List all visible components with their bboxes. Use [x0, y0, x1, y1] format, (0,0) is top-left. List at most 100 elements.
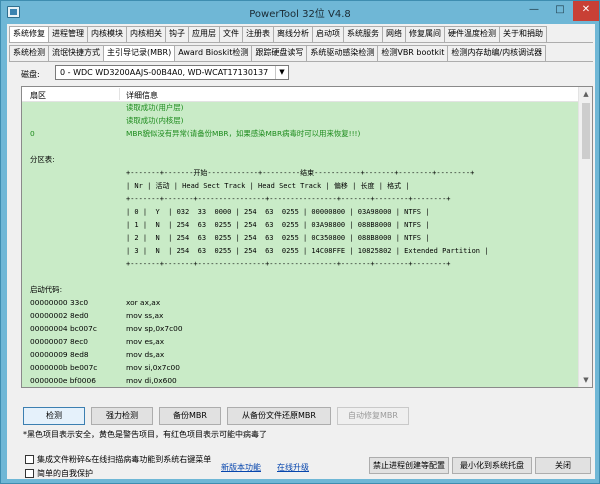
sector-cell: 0000000e bf0006 [30, 376, 96, 385]
sector-cell: 启动代码: [30, 285, 63, 294]
list-item[interactable]: | Nr | 活动 | Head Sect Track | Head Sect … [22, 180, 578, 192]
detail-cell: | 2 | N | 254 63 0255 | 254 63 0255 | 0C… [126, 234, 430, 242]
checkbox-box[interactable] [25, 469, 34, 478]
disk-dropdown[interactable]: 0 - WDC WD3200AAJS-00B4A0, WD-WCAT171301… [55, 65, 289, 80]
app-window: PowerTool 32位 V4.8 — □ ✕ 系统修复 进程管理 内核模块 … [0, 0, 600, 484]
tab-services[interactable]: 系统服务 [343, 26, 383, 42]
maximize-icon[interactable]: □ [547, 1, 573, 21]
list-item[interactable]: +-------+-------开始------------+---------… [22, 167, 578, 179]
disk-selected: 0 - WDC WD3200AAJS-00B4A0, WD-WCAT171301… [60, 68, 269, 77]
column-header-detail[interactable]: 详细信息 [126, 90, 158, 101]
detail-cell: MBR貌似没有异常(请备份MBR，如果感染MBR病毒时可以用来恢复!!!) [126, 129, 361, 138]
tab-repair-attributes[interactable]: 修复属间 [405, 26, 445, 42]
disable-process-creation-button[interactable]: 禁止进程创建等配置 [369, 457, 449, 474]
list-item[interactable]: 读取成功(内核层) [22, 115, 578, 127]
checkbox-label: 集成文件粉碎&在线扫描病毒功能到系统右键菜单 [37, 455, 212, 464]
restore-mbr-button[interactable]: 从备份文件还原MBR [227, 407, 331, 425]
sector-cell: 00000000 33c0 [30, 298, 89, 307]
detail-cell: | 0 | Y | 032 33 0000 | 254 63 0255 | 00… [126, 208, 430, 216]
tab-startup[interactable]: 启动项 [312, 26, 344, 42]
minimize-to-tray-button[interactable]: 最小化到系统托盘 [452, 457, 532, 474]
tab-mbr[interactable]: 主引导记录(MBR) [103, 45, 176, 62]
tab-kernel-modules[interactable]: 内核模块 [87, 26, 127, 42]
auto-repair-mbr-button[interactable]: 自动修复MBR [337, 407, 409, 425]
self-protect-checkbox[interactable]: 简单的自我保护 [25, 468, 93, 479]
list-item[interactable]: 0000000e bf0006 mov di,0x600 [22, 375, 578, 387]
online-update-link[interactable]: 在线升级 [277, 462, 309, 473]
tab-hooks[interactable]: 钩子 [165, 26, 189, 42]
checkbox-box[interactable] [25, 455, 34, 464]
minimize-icon[interactable]: — [521, 1, 547, 21]
sector-cell: 0 [30, 129, 35, 138]
list-item[interactable]: | 3 | N | 254 63 0255 | 254 63 0255 | 14… [22, 245, 578, 257]
detail-cell: mov ss,ax [126, 311, 164, 320]
tab-kernel-related[interactable]: 内核相关 [126, 26, 166, 42]
scroll-up-icon[interactable]: ▲ [579, 87, 592, 101]
vertical-scrollbar[interactable]: ▲ ▼ [578, 87, 592, 387]
tab-registry[interactable]: 注册表 [242, 26, 274, 42]
tab-kernel-debugger[interactable]: 检测内存劫编/内核调试器 [447, 45, 547, 61]
scroll-down-icon[interactable]: ▼ [579, 373, 592, 387]
backup-mbr-button[interactable]: 备份MBR [159, 407, 221, 425]
list-item[interactable]: | 2 | N | 254 63 0255 | 254 63 0255 | 0C… [22, 232, 578, 244]
force-detect-button[interactable]: 强力检测 [91, 407, 153, 425]
detail-cell: | 1 | N | 254 63 0255 | 254 63 0255 | 03… [126, 221, 430, 229]
tab-rogue-shortcuts[interactable]: 流氓快捷方式 [48, 45, 104, 61]
list-item[interactable]: 启动代码: [22, 284, 578, 296]
list-header: 扇区 详细信息 [22, 87, 578, 102]
list-item[interactable]: 00000007 8ec0 mov es,ax [22, 336, 578, 348]
scroll-thumb[interactable] [582, 103, 590, 159]
chevron-down-icon[interactable]: ▼ [275, 66, 288, 79]
detail-cell: mov si,0x7c00 [126, 363, 180, 372]
tab-system-repair[interactable]: 系统修复 [9, 26, 49, 43]
list-item[interactable] [22, 141, 578, 153]
tab-offline-analysis[interactable]: 离线分析 [273, 26, 313, 42]
sector-cell: 00000007 8ec0 [30, 337, 88, 346]
detail-cell: xor ax,ax [126, 298, 161, 307]
window-title: PowerTool 32位 V4.8 [249, 9, 351, 20]
list-item[interactable]: 00000000 33c0 xor ax,ax [22, 297, 578, 309]
context-menu-checkbox[interactable]: 集成文件粉碎&在线扫描病毒功能到系统右键菜单 [25, 454, 211, 465]
list-item[interactable]: +-------+-------+----------------+------… [22, 258, 578, 270]
tab-award-bioskit[interactable]: Award Bioskit检测 [174, 45, 253, 61]
list-item[interactable]: | 0 | Y | 032 33 0000 | 254 63 0255 | 00… [22, 206, 578, 218]
list-item[interactable]: 00000004 bc007c mov sp,0x7c00 [22, 323, 578, 335]
column-header-sector[interactable]: 扇区 [30, 90, 46, 101]
tab-system-check[interactable]: 系统检测 [9, 45, 49, 61]
list-item[interactable]: | 1 | N | 254 63 0255 | 254 63 0255 | 03… [22, 219, 578, 231]
tab-hardware-temp[interactable]: 硬件温度检测 [444, 26, 500, 42]
sector-cell: 00000002 8ed0 [30, 311, 89, 320]
list-body: 读取成功(用户层) 读取成功(内核层) 0 MBR貌似没有异常(请备份MBR，如果感染… [22, 102, 578, 387]
tab-about[interactable]: 关于和捐助 [499, 26, 547, 42]
sector-cell: 00000004 bc007c [30, 324, 97, 333]
checkbox-label: 简单的自我保护 [37, 469, 93, 478]
new-features-link[interactable]: 新版本功能 [221, 462, 261, 473]
close-button[interactable]: 关闭 [535, 457, 591, 474]
title-bar[interactable]: PowerTool 32位 V4.8 — □ ✕ [1, 1, 599, 23]
detect-button[interactable]: 检测 [23, 407, 85, 425]
subtab-divider [9, 61, 593, 62]
detail-cell: +-------+-------+----------------+------… [126, 260, 451, 268]
mbr-list[interactable]: 扇区 详细信息 读取成功(用户层) 读取成功(内核层) 0 MBR貌似没有异常(请备份… [21, 86, 593, 388]
list-item[interactable]: 0000000b be007c mov si,0x7c00 [22, 362, 578, 374]
tab-vbr-bootkit[interactable]: 检测VBR bootkit [377, 45, 449, 61]
tab-app-layer[interactable]: 应用层 [188, 26, 220, 42]
tab-driver-infection[interactable]: 系统驱动感染检测 [306, 45, 379, 61]
tab-process[interactable]: 进程管理 [48, 26, 88, 42]
tab-disk-trace[interactable]: 跟踪硬盘读写 [251, 45, 308, 61]
tab-network[interactable]: 网络 [382, 26, 406, 42]
tab-files[interactable]: 文件 [219, 26, 243, 42]
sub-tab-bar: 系统检测 流氓快捷方式 主引导记录(MBR) Award Bioskit检测 跟… [9, 45, 547, 62]
detail-cell: mov ds,ax [126, 350, 165, 359]
list-item[interactable] [22, 271, 578, 283]
list-item[interactable]: +-------+-------+----------------+------… [22, 193, 578, 205]
list-item[interactable]: 0 MBR貌似没有异常(请备份MBR，如果感染MBR病毒时可以用来恢复!!!) [22, 128, 578, 140]
close-icon[interactable]: ✕ [573, 1, 599, 21]
list-item[interactable]: 分区表: [22, 154, 578, 166]
client-area: 系统修复 进程管理 内核模块 内核相关 钩子 应用层 文件 注册表 离线分析 启… [7, 24, 595, 479]
tab-divider [9, 42, 593, 43]
list-item[interactable]: 00000009 8ed8 mov ds,ax [22, 349, 578, 361]
list-item[interactable]: 读取成功(用户层) [22, 102, 578, 114]
detail-cell: mov es,ax [126, 337, 165, 346]
list-item[interactable]: 00000002 8ed0 mov ss,ax [22, 310, 578, 322]
